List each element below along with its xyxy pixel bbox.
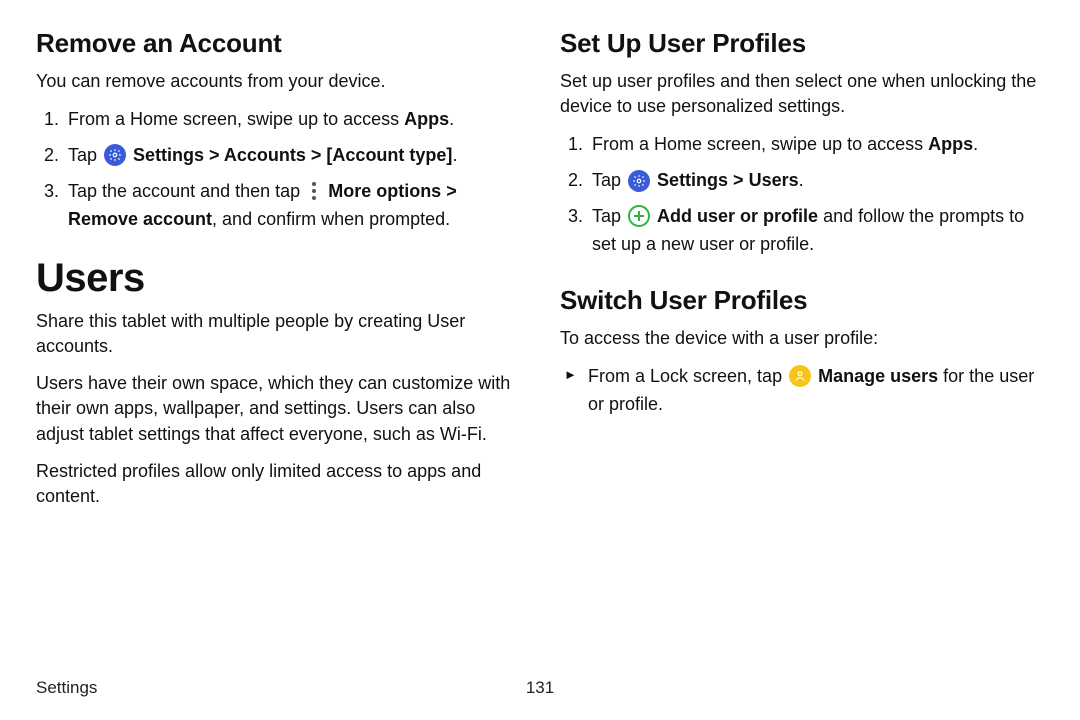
heading-switch-profiles: Switch User Profiles (560, 285, 1044, 316)
remove-intro: You can remove accounts from your device… (36, 69, 520, 94)
setup-step-3: Tap Add user or profile and follow the p… (588, 203, 1044, 259)
remove-steps: From a Home screen, swipe up to access A… (36, 106, 520, 234)
settings-icon (104, 144, 126, 166)
settings-icon (628, 170, 650, 192)
switch-intro: To access the device with a user profile… (560, 326, 1044, 351)
users-p2: Users have their own space, which they c… (36, 371, 520, 447)
setup-intro: Set up user profiles and then select one… (560, 69, 1044, 119)
remove-step-1: From a Home screen, swipe up to access A… (64, 106, 520, 134)
switch-steps: From a Lock screen, tap Manage users for… (560, 363, 1044, 419)
setup-steps: From a Home screen, swipe up to access A… (560, 131, 1044, 259)
setup-step-2: Tap Settings > Users. (588, 167, 1044, 195)
users-p1: Share this tablet with multiple people b… (36, 309, 520, 359)
footer-section: Settings (36, 678, 97, 698)
add-icon (628, 205, 650, 227)
left-column: Remove an Account You can remove account… (36, 28, 520, 521)
heading-setup-profiles: Set Up User Profiles (560, 28, 1044, 59)
more-options-icon (307, 181, 321, 201)
switch-step-1: From a Lock screen, tap Manage users for… (588, 363, 1044, 419)
footer-page-number: 131 (526, 678, 554, 698)
heading-remove-account: Remove an Account (36, 28, 520, 59)
users-p3: Restricted profiles allow only limited a… (36, 459, 520, 509)
user-icon (789, 365, 811, 387)
page-footer: Settings 131 (36, 678, 1044, 698)
setup-step-1: From a Home screen, swipe up to access A… (588, 131, 1044, 159)
remove-step-2: Tap Settings > Accounts > [Account type]… (64, 142, 520, 170)
remove-step-3: Tap the account and then tap More option… (64, 178, 520, 234)
heading-users: Users (36, 256, 520, 301)
right-column: Set Up User Profiles Set up user profile… (560, 28, 1044, 521)
